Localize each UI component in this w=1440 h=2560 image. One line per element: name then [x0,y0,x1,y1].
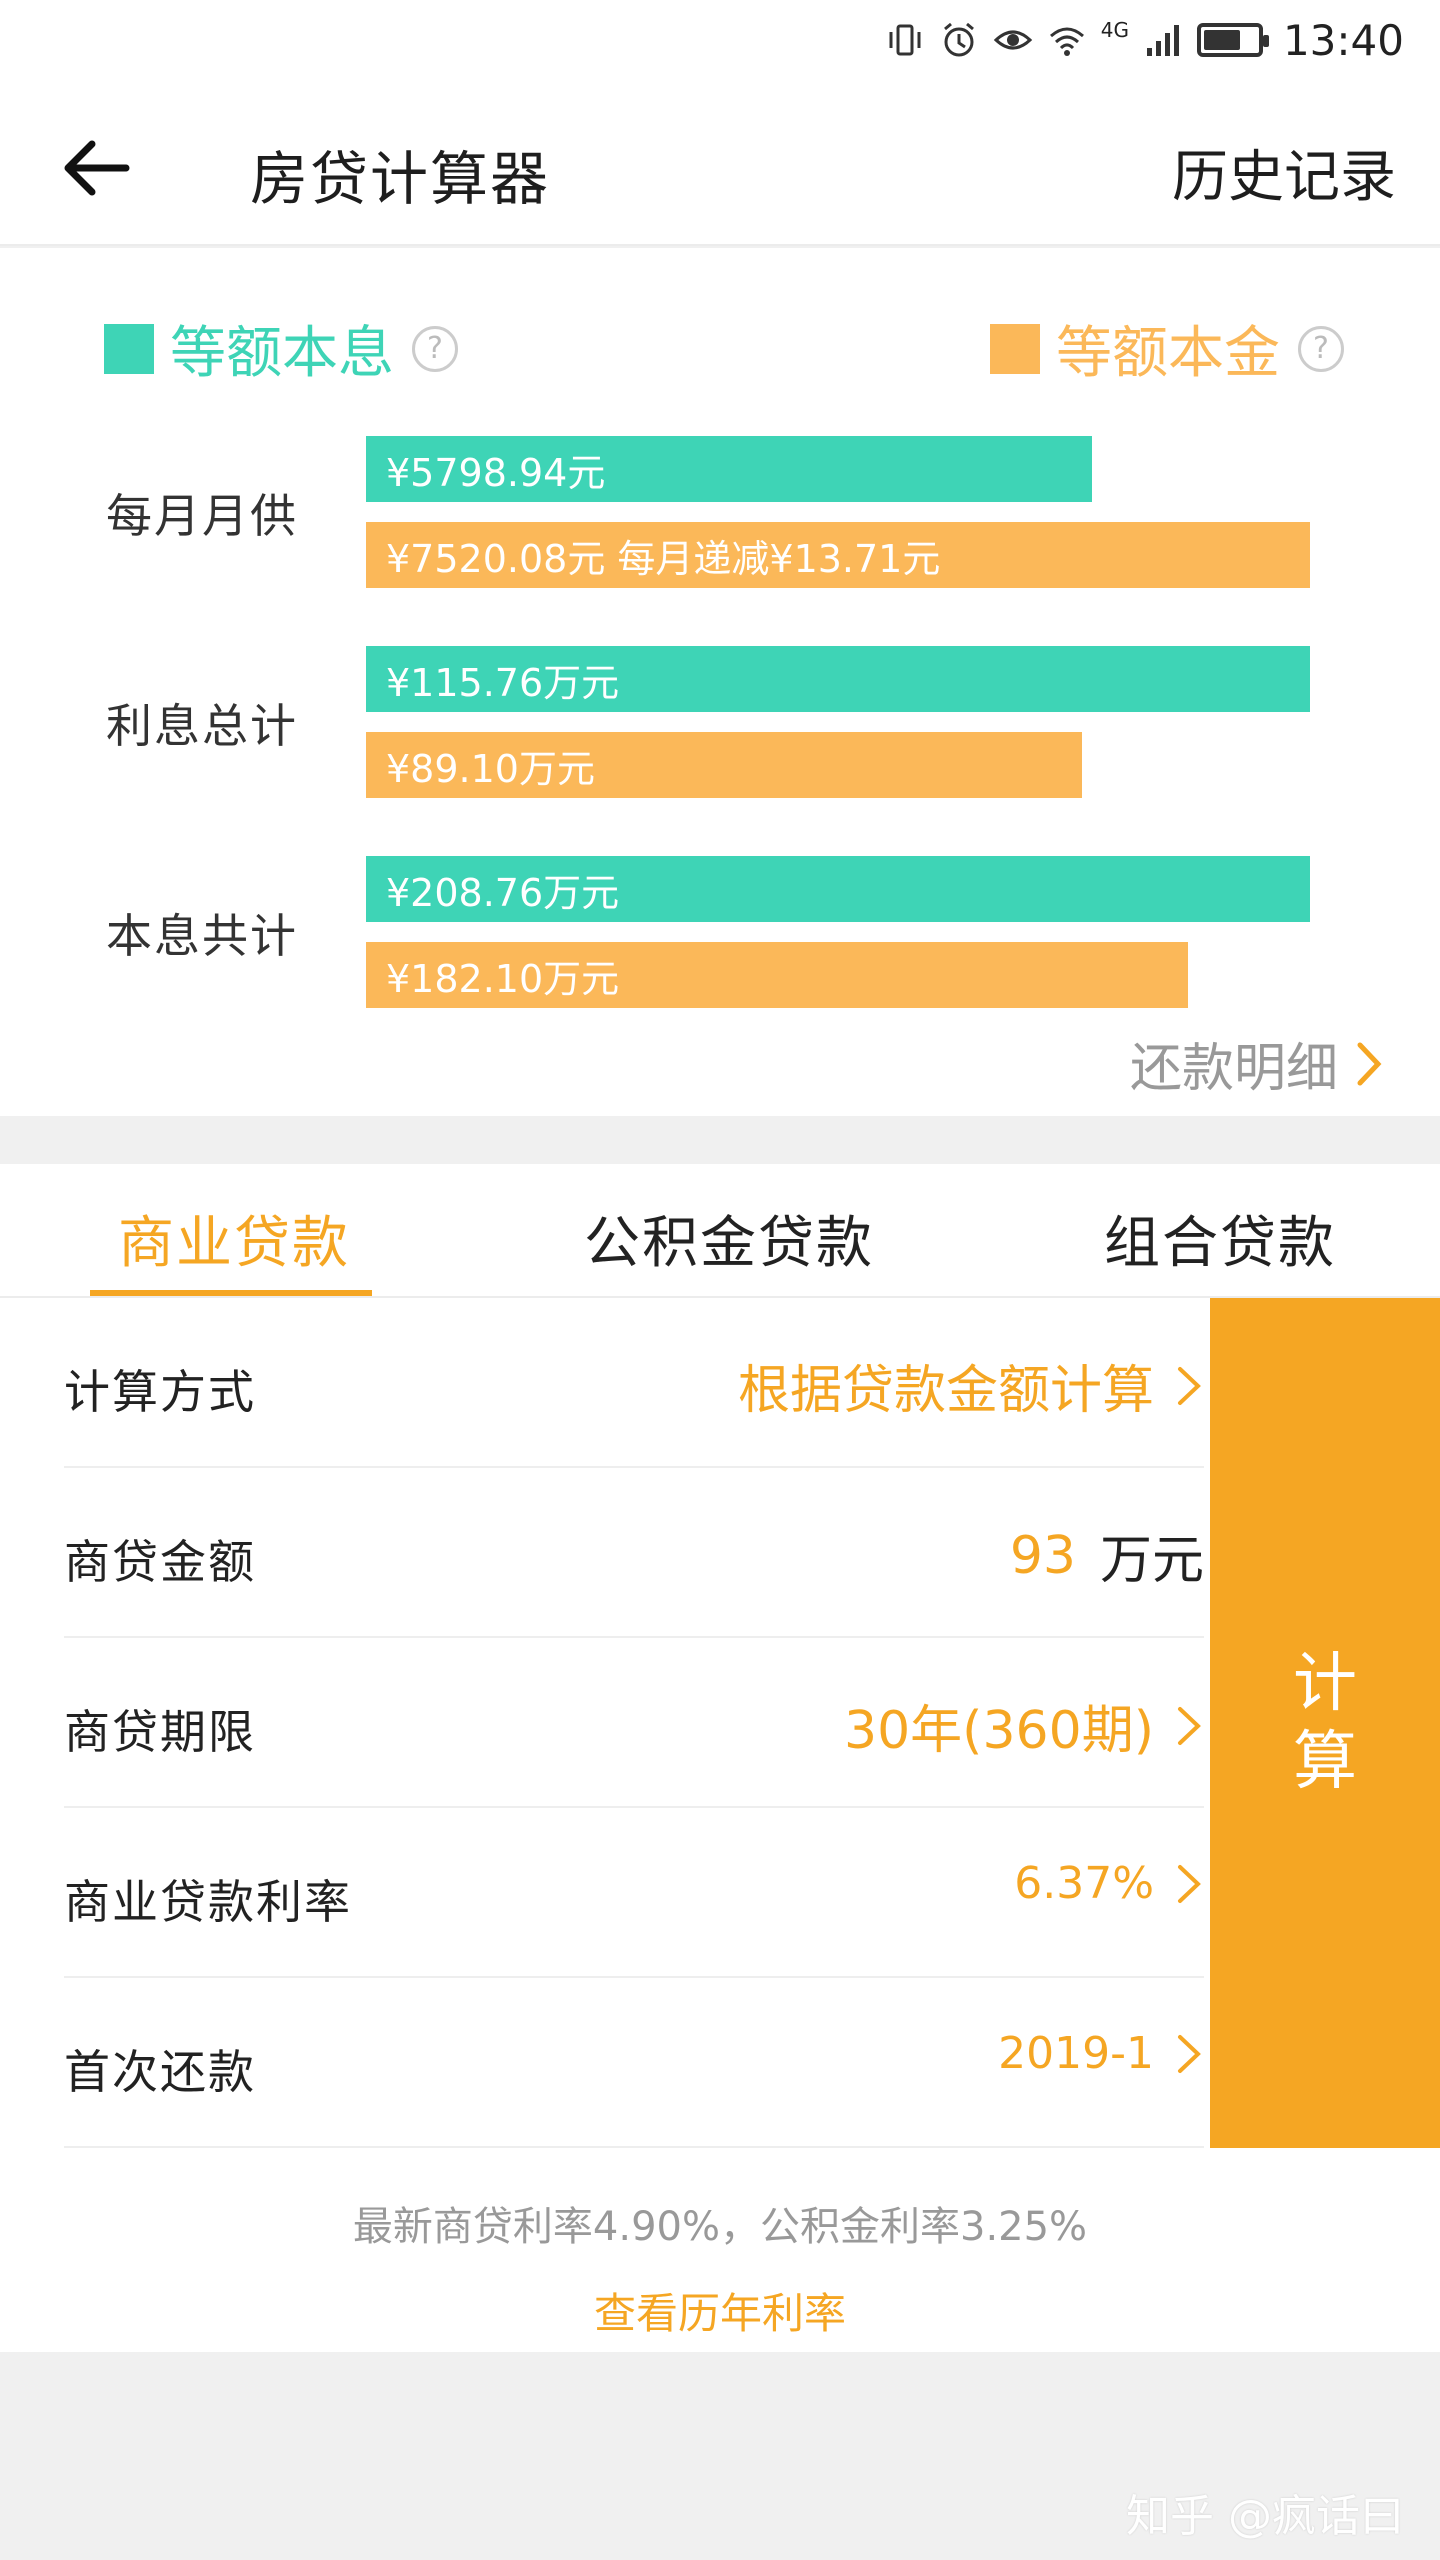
calculation-method-value[interactable]: 根据贷款金额计算 [738,1348,1204,1423]
interest-rate-value[interactable]: 6.37% [1014,1858,1204,1909]
tab-combined-loan[interactable]: 组合贷款 [1104,1198,1336,1279]
loan-form: 商业贷款 公积金贷款 组合贷款 计算方式 根据贷款金额计算 商贷金额 93 万元… [0,1164,1440,2352]
bar-monthly-installment: ¥5798.94元 [366,436,1092,502]
row-label-total: 本息共计 [106,909,298,963]
status-bar: 4G 13:40 [0,0,1440,80]
tab-provident-fund-loan[interactable]: 公积金贷款 [584,1198,874,1279]
battery-icon [1196,23,1269,57]
loan-term-label: 商贷期限 [64,1705,256,1759]
loan-term-text: 30年(360期) [844,1701,1154,1761]
legend-equal-installment: 等额本息 ? [104,308,458,389]
help-icon[interactable]: ? [412,325,458,372]
clock: 13:40 [1282,15,1404,65]
detail-link-label: 还款明细 [1129,1039,1338,1099]
bar-interest-principal: ¥89.10万元 [366,732,1082,798]
repayment-comparison: 等额本息 ? 等额本金 ? 每月月供 ¥5798.94元 ¥7520.08元 每… [0,248,1440,1116]
wifi-icon [1049,27,1084,56]
legend-swatch-orange [990,323,1040,374]
bar-interest-installment: ¥115.76万元 [366,646,1310,712]
calculate-button[interactable]: 计 算 [1210,1298,1440,2148]
legend-label: 等额本息 [170,321,394,386]
first-payment-label: 首次还款 [64,2045,256,2099]
page-title: 房贷计算器 [250,145,551,213]
interest-rate-text: 6.37% [1014,1858,1154,1909]
first-payment-text: 2019-1 [998,2028,1154,2079]
chevron-right-icon [1357,1042,1382,1085]
app-header: 房贷计算器 历史记录 [0,80,1440,246]
chevron-right-icon [1178,2034,1201,2073]
first-payment-value[interactable]: 2019-1 [998,2028,1204,2079]
legend-equal-principal: 等额本金 ? [990,308,1344,389]
active-tab-indicator [90,1290,372,1296]
calculation-method-label: 计算方式 [64,1365,256,1419]
loan-amount-label: 商贷金额 [64,1535,256,1589]
row-interest-rate[interactable]: 商业贷款利率 6.37% [64,1808,1204,1978]
row-label-interest: 利息总计 [106,699,298,753]
watermark: 知乎 @疯话曰 [1126,2491,1404,2542]
calculate-button-char: 算 [1293,1725,1357,1799]
signal-icon [1146,25,1179,56]
loan-type-tabs: 商业贷款 公积金贷款 组合贷款 [0,1164,1440,1298]
help-icon[interactable]: ? [1298,325,1344,372]
rate-history-link[interactable]: 查看历年利率 [0,2280,1440,2341]
interest-rate-label: 商业贷款利率 [64,1875,352,1929]
alarm-icon [943,22,974,57]
network-type: 4G [1100,18,1129,42]
history-button[interactable]: 历史记录 [1172,132,1396,213]
row-loan-amount[interactable]: 商贷金额 93 万元 [64,1468,1204,1638]
eye-icon [993,30,1032,50]
chevron-right-icon [1178,1706,1201,1745]
back-arrow-icon[interactable] [56,128,136,208]
latest-rate-note: 最新商贷利率4.90%，公积金利率3.25% [352,2204,1088,2250]
loan-amount-unit: 万元 [1099,1531,1204,1591]
calculation-method-text: 根据贷款金额计算 [737,1361,1154,1421]
bar-total-principal: ¥182.10万元 [366,942,1188,1008]
row-calculation-method[interactable]: 计算方式 根据贷款金额计算 [64,1298,1204,1468]
chevron-right-icon [1178,1366,1201,1405]
chevron-right-icon [1178,1864,1201,1903]
calculate-button-char: 计 [1293,1647,1357,1721]
bar-total-installment: ¥208.76万元 [366,856,1310,922]
tab-commercial-loan[interactable]: 商业贷款 [118,1198,350,1279]
row-first-payment[interactable]: 首次还款 2019-1 [64,1978,1204,2148]
repayment-detail-link[interactable]: 还款明细 [1130,1026,1386,1101]
loan-term-value[interactable]: 30年(360期) [844,1688,1204,1763]
legend-swatch-teal [104,323,154,374]
row-label-monthly: 每月月供 [106,489,298,543]
row-loan-term[interactable]: 商贷期限 30年(360期) [64,1638,1204,1808]
loan-amount-input[interactable]: 93 万元 [1010,1518,1204,1593]
bar-monthly-principal: ¥7520.08元 每月递减¥13.71元 [366,522,1310,588]
vibrate-icon [889,24,921,56]
legend-label: 等额本金 [1056,321,1280,386]
loan-amount-value[interactable]: 93 [1010,1526,1076,1586]
